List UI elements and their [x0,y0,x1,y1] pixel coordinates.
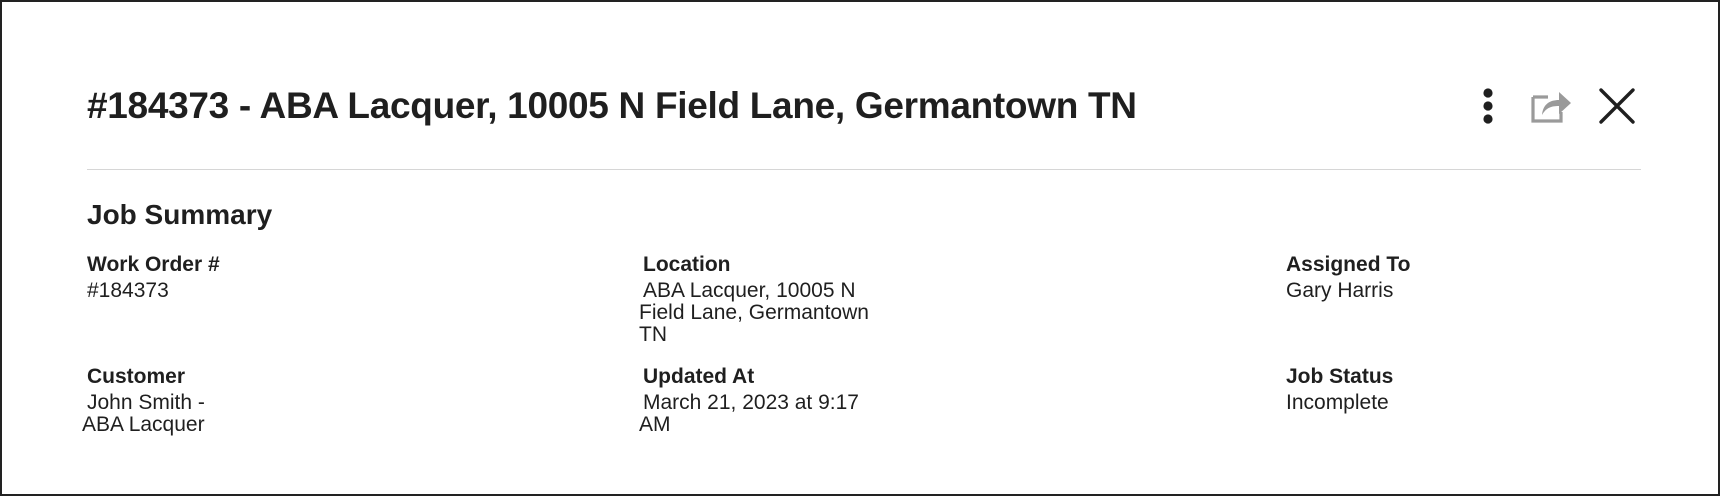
assigned-to-field: Assigned To Gary Harris [1286,252,1546,302]
job-details-modal: #184373 - ABA Lacquer, 10005 N Field Lan… [0,0,1720,496]
more-options-button[interactable] [1464,82,1512,130]
customer-value: John Smith - ABA Lacquer [82,391,205,436]
customer-field: Customer John Smith - ABA Lacquer [82,364,347,436]
share-button[interactable] [1527,82,1575,130]
location-value: ABA Lacquer, 10005 N Field Lane, Germant… [639,279,869,346]
header-actions [1464,82,1641,130]
share-icon [1531,92,1571,123]
job-status-label: Job Status [1286,365,1394,388]
work-order-field: Work Order # #184373 [87,252,347,302]
job-status-value: Incomplete [1286,391,1389,414]
header-divider [87,169,1641,170]
close-button[interactable] [1593,82,1641,130]
updated-at-field: Updated At March 21, 2023 at 9:17 AM [639,364,903,436]
page-title: #184373 - ABA Lacquer, 10005 N Field Lan… [87,85,1137,126]
work-order-value: #184373 [87,279,169,302]
more-vertical-icon [1483,88,1493,124]
close-icon [1599,88,1635,124]
assigned-to-label: Assigned To [1286,253,1411,276]
job-status-field: Job Status Incomplete [1286,364,1546,414]
assigned-to-value: Gary Harris [1286,279,1394,302]
section-title: Job Summary [87,199,273,230]
location-label: Location [643,253,731,276]
customer-label: Customer [87,365,186,388]
updated-at-value: March 21, 2023 at 9:17 AM [639,391,859,436]
modal-header: #184373 - ABA Lacquer, 10005 N Field Lan… [87,78,1641,134]
work-order-label: Work Order # [87,253,220,276]
location-field: Location ABA Lacquer, 10005 N Field Lane… [639,252,903,346]
updated-at-label: Updated At [643,365,755,388]
